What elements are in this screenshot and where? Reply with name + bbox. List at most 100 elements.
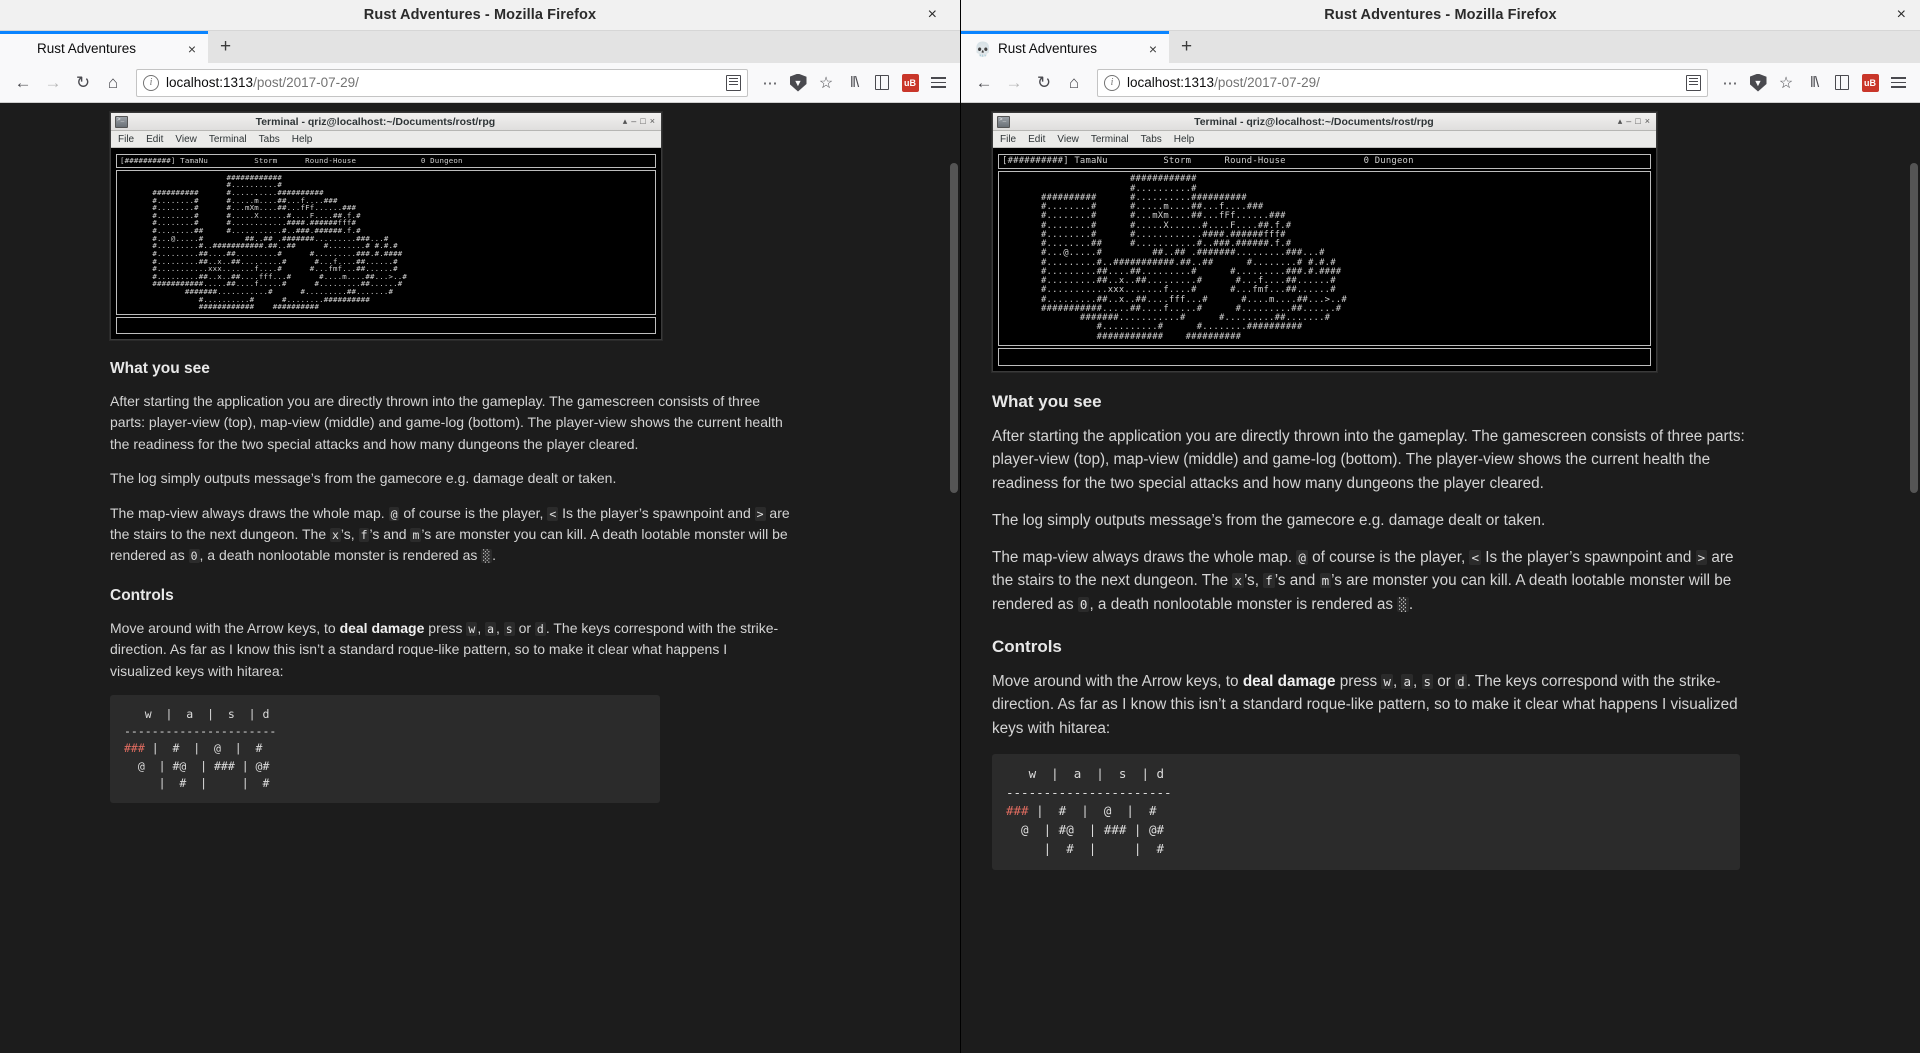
tab-label-right: Rust Adventures <box>998 41 1098 56</box>
terminal-close-icon-left[interactable]: × <box>650 116 655 127</box>
reader-mode-icon-left[interactable] <box>726 74 741 91</box>
glyph-monster-x-icon-left: x <box>330 527 341 542</box>
terminal-minimize-icon-right[interactable]: – <box>1626 116 1631 127</box>
ublock-origin-icon-left[interactable]: uB <box>896 68 924 98</box>
paragraph-log-left: The log simply outputs message’s from th… <box>110 470 617 487</box>
game-status-text-left: [##########] TamaNu Storm Round-House 0 … <box>120 157 652 165</box>
hitarea-line-2: ---------------------- <box>124 724 277 739</box>
game-status-bar-left: [##########] TamaNu Storm Round-House 0 … <box>116 154 656 168</box>
terminal-shade-icon-left[interactable]: ▴ <box>623 116 628 127</box>
terminal-maximize-icon-right[interactable]: □ <box>1635 116 1640 127</box>
hitarea-line-3-rest: | # | @ | # <box>144 741 263 756</box>
hitarea-line-3-rest-r: | # | @ | # <box>1028 803 1157 819</box>
glyph-monster-f-icon-right: f <box>1263 573 1275 589</box>
address-bar-right[interactable]: i localhost:1313 /post/2017-07-29/ <box>1097 68 1708 97</box>
glyph-monster-x-icon-right: x <box>1232 573 1244 589</box>
back-arrow-icon-left[interactable]: ← <box>8 68 38 98</box>
key-d-icon-left: d <box>534 621 546 636</box>
page-scrollbar-right[interactable] <box>1907 103 1920 1053</box>
reader-mode-icon-right[interactable] <box>1686 74 1701 91</box>
firefox-window-right: Rust Adventures - Mozilla Firefox × 💀 Ru… <box>961 0 1920 1053</box>
cp-t4: , <box>496 619 504 636</box>
url-path-right: /post/2017-07-29/ <box>1214 75 1320 90</box>
paragraph-log-right: The log simply outputs message’s from th… <box>992 511 1546 529</box>
menu-hamburger-icon-right[interactable] <box>1884 68 1912 98</box>
tab-label-left: Rust Adventures <box>37 41 137 56</box>
pocket-icon-right[interactable]: ▼ <box>1744 68 1772 98</box>
terminal-menu-help-left[interactable]: Help <box>292 134 313 145</box>
tab-rust-adventures-right[interactable]: 💀 Rust Adventures × <box>961 31 1169 63</box>
ublock-origin-icon-right[interactable]: uB <box>1856 68 1884 98</box>
cp-t5-r: or <box>1433 672 1456 690</box>
terminal-menu-help-right[interactable]: Help <box>1174 134 1195 145</box>
forward-arrow-icon-left: → <box>44 72 62 92</box>
page-info-icon-right[interactable]: i <box>1104 74 1120 91</box>
tab-close-icon-right[interactable]: × <box>1143 41 1163 57</box>
page-scrollbar-thumb-right[interactable] <box>1910 163 1918 493</box>
glyph-stairs-icon-right: > <box>1695 549 1708 565</box>
terminal-close-icon-right[interactable]: × <box>1645 116 1650 127</box>
library-icon-right[interactable]: ‖\ <box>1800 68 1828 98</box>
tab-rust-adventures-left[interactable]: Rust Adventures × <box>0 31 208 63</box>
key-d-icon-right: d <box>1455 673 1467 689</box>
menu-hamburger-icon-left[interactable] <box>924 68 952 98</box>
home-icon-left[interactable]: ⌂ <box>98 68 128 98</box>
terminal-menu-edit-left[interactable]: Edit <box>146 134 163 145</box>
paragraph-gameplay-right: After starting the application you are d… <box>992 427 1745 493</box>
new-tab-button-left[interactable]: + <box>208 31 243 63</box>
page-actions-icon-left[interactable]: ⋯ <box>756 68 784 98</box>
page-scrollbar-left[interactable] <box>947 103 960 1053</box>
page-actions-icon-right[interactable]: ⋯ <box>1716 68 1744 98</box>
terminal-menu-file-left[interactable]: File <box>118 134 134 145</box>
game-status-text-right: [##########] TamaNu Storm Round-House 0 … <box>1002 156 1647 167</box>
terminal-window-buttons-left: ▴ – □ × <box>623 116 657 127</box>
address-bar-left[interactable]: i localhost:1313 /post/2017-07-29/ <box>136 68 748 97</box>
bookmark-star-icon-right[interactable]: ☆ <box>1772 68 1800 98</box>
glyph-lootable-icon-right: 0 <box>1077 596 1090 612</box>
terminal-menu-edit-right[interactable]: Edit <box>1028 134 1045 145</box>
mp-t5: ’s, <box>340 525 359 542</box>
cp-t1: Move around with the Arrow keys, to <box>110 619 340 636</box>
home-icon-right[interactable]: ⌂ <box>1059 68 1089 98</box>
back-arrow-icon-right[interactable]: ← <box>969 68 999 98</box>
cp-t3: , <box>477 619 486 636</box>
terminal-menu-file-right[interactable]: File <box>1000 134 1016 145</box>
new-tab-button-right[interactable]: + <box>1169 31 1204 63</box>
reload-icon-right[interactable]: ↻ <box>1029 68 1059 98</box>
terminal-menu-terminal-right[interactable]: Terminal <box>1091 134 1129 145</box>
terminal-menu-view-left[interactable]: View <box>175 134 197 145</box>
page-info-icon-left[interactable]: i <box>143 74 159 91</box>
glyph-lootable-icon-left: 0 <box>188 549 200 564</box>
game-status-bar-right: [##########] TamaNu Storm Round-House 0 … <box>998 154 1651 170</box>
bookmark-star-icon-left[interactable]: ☆ <box>812 68 840 98</box>
terminal-menu-terminal-left[interactable]: Terminal <box>209 134 247 145</box>
terminal-maximize-icon-left[interactable]: □ <box>640 116 645 127</box>
terminal-menu-tabs-left[interactable]: Tabs <box>259 134 280 145</box>
window-close-button-right[interactable]: × <box>1897 6 1906 24</box>
window-close-button-left[interactable]: × <box>928 7 937 23</box>
mp-t2: of course is the player, <box>399 504 548 521</box>
terminal-shade-icon-right[interactable]: ▴ <box>1618 116 1623 127</box>
terminal-menu-view-right[interactable]: View <box>1057 134 1079 145</box>
tab-close-icon-left[interactable]: × <box>182 41 202 57</box>
terminal-minimize-icon-left[interactable]: – <box>631 116 636 127</box>
heading-what-you-see-right: What you see <box>992 391 1102 411</box>
sidebar-icon-left[interactable] <box>868 68 896 98</box>
firefox-window-left: Rust Adventures - Mozilla Firefox × Rust… <box>0 0 961 1053</box>
tab-strip-right: 💀 Rust Adventures × + <box>961 31 1920 63</box>
mp-t9-r: . <box>1408 595 1414 613</box>
sidebar-icon-right[interactable] <box>1828 68 1856 98</box>
tab-strip-left: Rust Adventures × + <box>0 31 960 63</box>
glyph-nonlootable-icon-right: ░ <box>1397 596 1409 612</box>
terminal-content-right: [##########] TamaNu Storm Round-House 0 … <box>993 148 1656 371</box>
terminal-menu-tabs-right[interactable]: Tabs <box>1141 134 1162 145</box>
reload-icon-left[interactable]: ↻ <box>68 68 98 98</box>
article-body-right: Terminal - qriz@localhost:~/Documents/ro… <box>992 112 1752 870</box>
window-title-left: Rust Adventures - Mozilla Firefox <box>363 7 597 23</box>
terminal-app-icon-right <box>997 115 1010 128</box>
page-scrollbar-thumb-left[interactable] <box>950 163 958 493</box>
skull-favicon-icon-right: 💀 <box>974 40 992 57</box>
pocket-icon-left[interactable]: ▼ <box>784 68 812 98</box>
heading-controls-left: Controls <box>110 586 174 604</box>
library-icon-left[interactable]: ‖\ <box>840 68 868 98</box>
